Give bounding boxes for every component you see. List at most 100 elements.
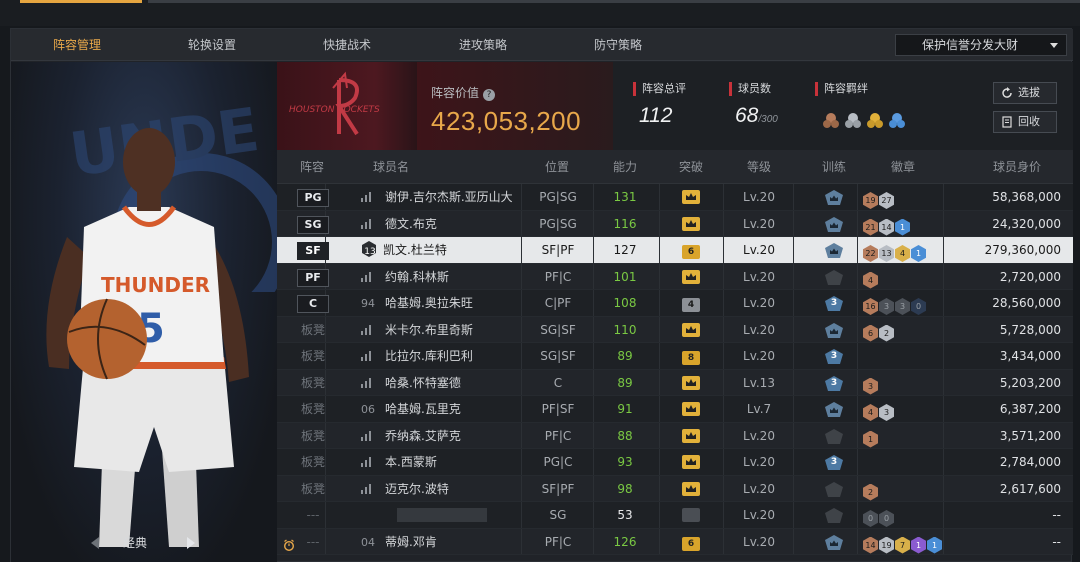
lineup-slot[interactable]: PF [291, 264, 335, 290]
breakthrough-cell[interactable] [669, 502, 713, 528]
lineup-slot[interactable]: 板凳 [291, 449, 335, 475]
lineup-slot[interactable]: 板凳 [291, 476, 335, 502]
training-cell[interactable] [809, 317, 859, 343]
badge-list[interactable]: 2 [863, 480, 879, 501]
table-row[interactable]: PF 约翰.科林斯 PF|C 101 Lv.20 4 2,720,000 [277, 263, 1073, 290]
player-name-cell[interactable] [361, 502, 519, 528]
col-ability[interactable]: 能力 [603, 150, 647, 184]
col-training[interactable]: 训练 [809, 150, 859, 184]
help-icon[interactable]: ? [483, 89, 496, 101]
lineup-slot[interactable]: 板凳 [291, 343, 335, 369]
training-cell[interactable]: 3 [809, 343, 859, 369]
badge-list[interactable]: 22 13 4 1 [863, 241, 927, 262]
breakthrough-cell[interactable] [669, 423, 713, 449]
training-cell[interactable] [809, 423, 859, 449]
bond-icons[interactable] [821, 108, 921, 130]
table-row[interactable]: SF 13 凯文.杜兰特 SF|PF 127 6 Lv.20 22 13 4 1 279,360,00… [277, 237, 1073, 264]
breakthrough-cell[interactable] [669, 370, 713, 396]
training-cell[interactable]: 3 [809, 370, 859, 396]
badge-list[interactable]: 1 [863, 427, 879, 448]
next-arrow-icon[interactable] [187, 537, 195, 549]
col-salary[interactable]: 球员身价 [977, 150, 1057, 184]
table-row[interactable]: --- SG 53 Lv.20 0 0 -- [277, 502, 1073, 529]
table-row[interactable]: 板凳 06 哈基姆.瓦里克 PF|SF 91 Lv.7 4 3 6,387,200 [277, 396, 1073, 423]
training-cell[interactable] [809, 529, 859, 555]
lineup-slot[interactable]: 板凳 [291, 423, 335, 449]
breakthrough-cell[interactable]: 8 [669, 343, 713, 369]
training-cell[interactable]: 3 [809, 449, 859, 475]
table-row[interactable]: --- 04 蒂姆.邓肯 PF|C 126 6 Lv.20 14 19 7 1 1 -- [277, 528, 1073, 555]
strategy-dropdown[interactable]: 保护信誉分发大财 [895, 34, 1067, 56]
lineup-slot[interactable]: 板凳 [291, 317, 335, 343]
lineup-slot[interactable]: C [291, 290, 335, 316]
lineup-slot[interactable]: PG [291, 184, 335, 210]
breakthrough-cell[interactable] [669, 449, 713, 475]
badge-list[interactable]: 14 19 7 1 1 [863, 533, 943, 554]
table-row[interactable]: SG 德文.布克 PG|SG 116 Lv.20 21 14 1 24,320,000 [277, 210, 1073, 237]
table-row[interactable]: 板凳 乔纳森.艾萨克 PF|C 88 Lv.20 1 3,571,200 [277, 422, 1073, 449]
breakthrough-cell[interactable] [669, 476, 713, 502]
lineup-slot[interactable]: 板凳 [291, 370, 335, 396]
training-cell[interactable]: 3 [809, 290, 859, 316]
breakthrough-cell[interactable]: 6 [669, 529, 713, 555]
table-row[interactable]: 板凳 米卡尔.布里奇斯 SG|SF 110 Lv.20 6 2 5,728,000 [277, 316, 1073, 343]
player-name-cell[interactable]: 约翰.科林斯 [361, 264, 519, 290]
badge-list[interactable]: 19 27 [863, 188, 895, 209]
training-cell[interactable] [809, 502, 859, 528]
breakthrough-cell[interactable]: 4 [669, 290, 713, 316]
breakthrough-cell[interactable] [669, 396, 713, 422]
table-row[interactable]: C 94 哈基姆.奥拉朱旺 C|PF 108 4 Lv.20 3 16 3 3 0 28,560,000 [277, 290, 1073, 317]
col-breakthrough[interactable]: 突破 [669, 150, 713, 184]
badge-list[interactable]: 3 [863, 374, 879, 395]
player-name-cell[interactable]: 谢伊.吉尔杰斯.亚历山大 [361, 184, 519, 210]
breakthrough-cell[interactable] [669, 317, 713, 343]
player-name-cell[interactable]: 米卡尔.布里奇斯 [361, 317, 519, 343]
training-cell[interactable] [809, 476, 859, 502]
table-row[interactable]: 板凳 本.西蒙斯 PG|C 93 Lv.20 3 2,784,000 [277, 449, 1073, 476]
col-badges[interactable]: 徽章 [873, 150, 933, 184]
training-cell[interactable] [809, 396, 859, 422]
table-row[interactable]: PG 谢伊.吉尔杰斯.亚历山大 PG|SG 131 Lv.20 19 27 58,368,00… [277, 184, 1073, 211]
player-name-cell[interactable]: 04 蒂姆.邓肯 [361, 529, 519, 555]
col-position[interactable]: 位置 [522, 150, 592, 184]
col-player-name[interactable]: 球员名 [361, 150, 421, 184]
player-name-cell[interactable]: 13 凯文.杜兰特 [361, 237, 519, 263]
badge-list[interactable]: 62 [863, 321, 895, 342]
tab-quick-tactics[interactable]: 快捷战术 [292, 29, 402, 61]
previous-arrow-icon[interactable] [91, 537, 99, 549]
badge-list[interactable]: 21 14 1 [863, 215, 911, 236]
col-level[interactable]: 等级 [729, 150, 789, 184]
tab-defense-strategy[interactable]: 防守策略 [563, 29, 673, 61]
recycle-button[interactable]: 回收 [993, 111, 1057, 133]
lineup-slot[interactable]: 板凳 [291, 396, 335, 422]
player-name-cell[interactable]: 乔纳森.艾萨克 [361, 423, 519, 449]
tab-lineup-management[interactable]: 阵容管理 [22, 29, 132, 61]
col-lineup[interactable]: 阵容 [287, 150, 337, 184]
player-name-cell[interactable]: 比拉尔.库利巴利 [361, 343, 519, 369]
lineup-slot[interactable]: --- [291, 502, 335, 528]
table-row[interactable]: 板凳 比拉尔.库利巴利 SG|SF 89 8 Lv.20 3 3,434,000 [277, 343, 1073, 370]
player-name-cell[interactable]: 本.西蒙斯 [361, 449, 519, 475]
tab-offense-strategy[interactable]: 进攻策略 [428, 29, 538, 61]
breakthrough-cell[interactable] [669, 264, 713, 290]
table-row[interactable]: 板凳 迈克尔.波特 SF|PF 98 Lv.20 2 2,617,600 [277, 475, 1073, 502]
lineup-slot[interactable]: SG [291, 211, 335, 237]
player-name-cell[interactable]: 迈克尔.波特 [361, 476, 519, 502]
badge-list[interactable]: 16 3 3 0 [863, 294, 927, 315]
badge-list[interactable]: 43 [863, 400, 895, 421]
lineup-slot[interactable]: SF [291, 237, 335, 263]
badge-list[interactable]: 00 [863, 506, 895, 527]
tab-rotation-settings[interactable]: 轮换设置 [157, 29, 267, 61]
player-name-cell[interactable]: 哈桑.怀特塞德 [361, 370, 519, 396]
table-row[interactable]: 板凳 哈桑.怀特塞德 C 89 Lv.13 3 3 5,203,200 [277, 369, 1073, 396]
breakthrough-cell[interactable]: 6 [669, 237, 713, 263]
player-name-cell[interactable]: 06 哈基姆.瓦里克 [361, 396, 519, 422]
training-cell[interactable] [809, 184, 859, 210]
player-name-cell[interactable]: 德文.布克 [361, 211, 519, 237]
lineup-slot[interactable]: --- [291, 529, 335, 555]
player-name-cell[interactable]: 94 哈基姆.奥拉朱旺 [361, 290, 519, 316]
breakthrough-cell[interactable] [669, 184, 713, 210]
training-cell[interactable] [809, 211, 859, 237]
badge-list[interactable]: 4 [863, 268, 879, 289]
training-cell[interactable] [809, 264, 859, 290]
